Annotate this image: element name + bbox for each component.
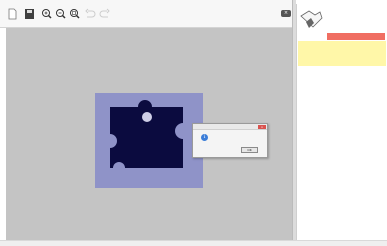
save-icon [25,9,34,19]
canvas-workspace[interactable]: x i OK [6,28,292,240]
info-icon: i [201,134,208,141]
new-file-icon [8,8,17,20]
status-bar [0,240,387,246]
undo-button[interactable] [85,8,96,20]
dialog-ok-button[interactable]: OK [241,147,258,153]
redo-button[interactable] [99,8,110,20]
undo-icon [85,8,96,18]
zoom-in-icon [42,9,52,19]
message-dialog: x i OK [192,123,268,158]
toolbar: × [0,0,292,28]
dialog-title-bar: x [193,124,267,130]
zoom-fit-icon [70,9,80,19]
side-panel [296,4,387,246]
piece-thumbnail[interactable] [299,8,323,30]
save-button[interactable] [24,8,35,20]
zoom-in-button[interactable] [41,8,52,20]
dialog-close-button[interactable]: x [258,125,266,129]
puzzle-piece-icon [110,100,183,168]
close-panel-button[interactable]: × [281,10,291,17]
panel-empty-area [298,66,386,238]
redo-icon [99,8,110,18]
selected-item[interactable] [327,33,385,40]
zoom-out-button[interactable] [55,8,66,20]
panel-info [327,12,385,21]
thumbnail-image-icon [300,10,323,28]
puzzle-piece-background [95,93,203,188]
new-file-button[interactable] [7,8,18,20]
zoom-out-icon [56,9,66,19]
zoom-fit-button[interactable] [69,8,80,20]
panel-note [298,41,386,66]
